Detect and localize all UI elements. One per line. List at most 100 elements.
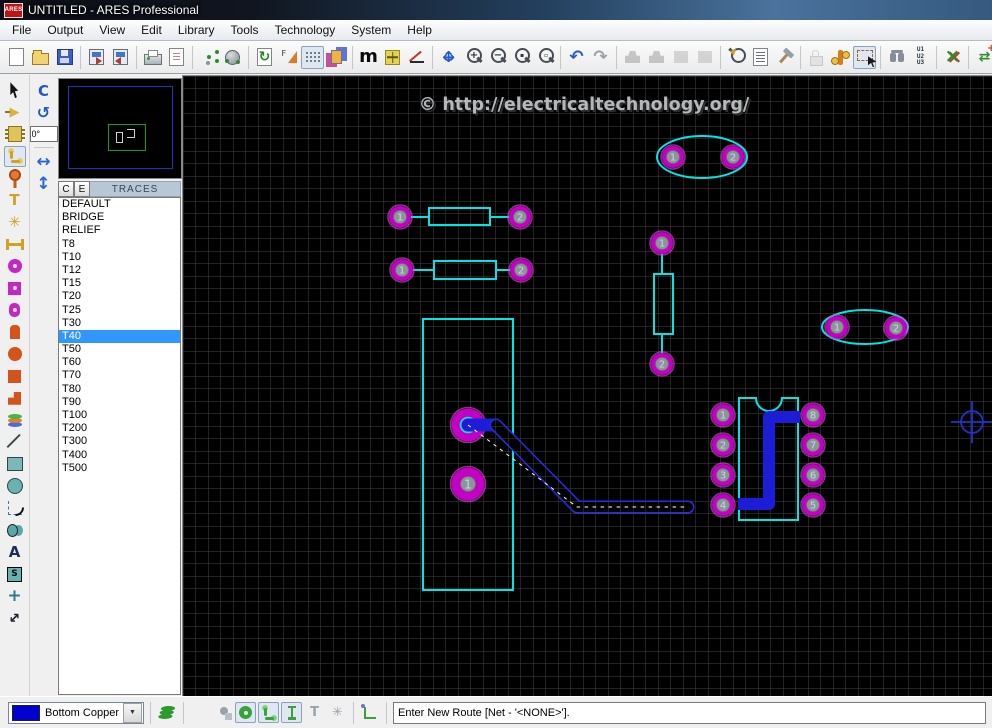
block-delete-icon[interactable] [693,46,716,69]
block-move-icon[interactable] [645,46,668,69]
pad-1[interactable]: 1 [451,467,486,502]
trace-angle-toggle-icon[interactable] [829,46,852,69]
layer-selector[interactable]: Bottom Copper ▼ [8,702,144,724]
2d-circle-mode[interactable] [4,476,26,497]
menu-technology[interactable]: Technology [267,21,344,39]
zoom-area-icon[interactable] [509,46,532,69]
mirror-horizontal-icon[interactable]: ↔ [32,151,55,172]
trace-style-t100[interactable]: T100 [59,409,180,422]
trace-style-t80[interactable]: T80 [59,383,180,396]
trace-style-t12[interactable]: T12 [59,264,180,277]
netlist-icon[interactable] [197,46,220,69]
design-rule-check-icon[interactable]: ⇄ [973,46,992,69]
edit-style-button[interactable]: E [74,181,90,197]
print-icon[interactable] [141,46,164,69]
tools-icon[interactable] [773,46,796,69]
metric-toggle-icon[interactable]: m [357,46,380,69]
block-copy-icon[interactable] [621,46,644,69]
pad-1[interactable]: 1 [388,205,412,229]
2d-path-mode[interactable] [4,520,26,541]
export-region-icon[interactable] [109,46,132,69]
trace-style-t500[interactable]: T500 [59,462,180,475]
redo-icon[interactable]: ↷ [589,46,612,69]
pad-6[interactable]: 6 [801,463,825,487]
track-mode[interactable] [4,146,26,167]
filter-ratsnest-icon[interactable]: ✳ [327,702,348,723]
new-layout-icon[interactable] [5,46,28,69]
dil-pad-mode[interactable] [4,300,26,321]
ratsnest-mode[interactable]: ✳ [4,212,26,233]
2d-text-mode[interactable]: A [4,542,26,563]
origin-icon[interactable] [381,46,404,69]
net-browser-icon[interactable] [221,46,244,69]
x-cursor-icon[interactable] [405,46,428,69]
square-pad-mode[interactable] [4,278,26,299]
package-mode[interactable] [4,124,26,145]
trace-style-t70[interactable]: T70 [59,369,180,382]
trace-style-t25[interactable]: T25 [59,304,180,317]
trace-style-t10[interactable]: T10 [59,251,180,264]
selection-mode[interactable] [4,80,26,101]
pad-1[interactable]: 1 [825,315,849,339]
pad-1[interactable]: 1 [661,145,685,169]
2d-box-mode[interactable] [4,454,26,475]
trace-lock-icon[interactable] [805,46,828,69]
trace-style-relief[interactable]: RELIEF [59,224,180,237]
toggle-grid-icon[interactable] [301,46,324,69]
zone-mode[interactable]: T [4,190,26,211]
layer-dropdown-button[interactable]: ▼ [123,703,142,723]
trace-style-t20[interactable]: T20 [59,290,180,303]
smt-rect-pad-mode[interactable] [4,366,26,387]
pad-5[interactable]: 5 [801,493,825,517]
block-rotate-icon[interactable] [669,46,692,69]
via-mode[interactable] [4,168,26,189]
connectivity-highlight-mode[interactable] [4,234,26,255]
dimension-mode[interactable]: ↔ [4,608,26,629]
trace-style-t60[interactable]: T60 [59,356,180,369]
save-layout-icon[interactable] [53,46,76,69]
rotation-angle-input[interactable] [30,126,58,142]
menu-library[interactable]: Library [170,21,223,39]
filter-traces-icon[interactable] [258,702,279,723]
layer-dialog-icon[interactable] [325,46,348,69]
trace-style-t200[interactable]: T200 [59,422,180,435]
menu-tools[interactable]: Tools [223,21,267,39]
pad-2[interactable]: 2 [509,258,533,282]
auto-router-icon[interactable]: × [941,46,964,69]
trace-style-t15[interactable]: T15 [59,277,180,290]
pad-2[interactable]: 2 [508,205,532,229]
create-style-button[interactable]: C [58,181,74,197]
layer-flip-icon[interactable] [157,702,178,723]
trace-style-t90[interactable]: T90 [59,396,180,409]
pad-4[interactable]: 4 [711,493,735,517]
rotate-anticlockwise-icon[interactable]: ↺ [32,102,55,123]
search-tag-icon[interactable] [885,46,908,69]
pad-1[interactable]: 1 [650,231,674,255]
edge-connector-pad-mode[interactable] [4,322,26,343]
smt-circle-pad-mode[interactable] [4,344,26,365]
mirror-vertical-icon[interactable]: ↕ [32,173,55,194]
filter-components-icon[interactable] [189,702,210,723]
zoom-sheet-icon[interactable] [533,46,556,69]
rotate-clockwise-icon[interactable]: C [32,80,55,101]
trace-style-t400[interactable]: T400 [59,449,180,462]
pad-2[interactable]: 2 [711,433,735,457]
mark-output-area-icon[interactable] [165,46,188,69]
2d-marker-mode[interactable]: + [4,586,26,607]
2d-arc-mode[interactable] [4,498,26,519]
undo-icon[interactable]: ↶ [565,46,588,69]
zoom-out-icon[interactable] [485,46,508,69]
menu-help[interactable]: Help [399,21,440,39]
menu-file[interactable]: File [4,21,39,39]
2d-symbol-mode[interactable]: S [4,564,26,585]
pad-2[interactable]: 2 [650,352,674,376]
flip-view-icon[interactable] [277,46,300,69]
menu-system[interactable]: System [343,21,399,39]
filter-pads-icon[interactable] [212,702,233,723]
trace-style-icon[interactable] [359,702,380,723]
zoom-in-icon[interactable] [461,46,484,69]
overview-minimap[interactable] [58,78,182,179]
round-pad-mode[interactable] [4,256,26,277]
trace-style-default[interactable]: DEFAULT [59,198,180,211]
open-layout-icon[interactable] [29,46,52,69]
